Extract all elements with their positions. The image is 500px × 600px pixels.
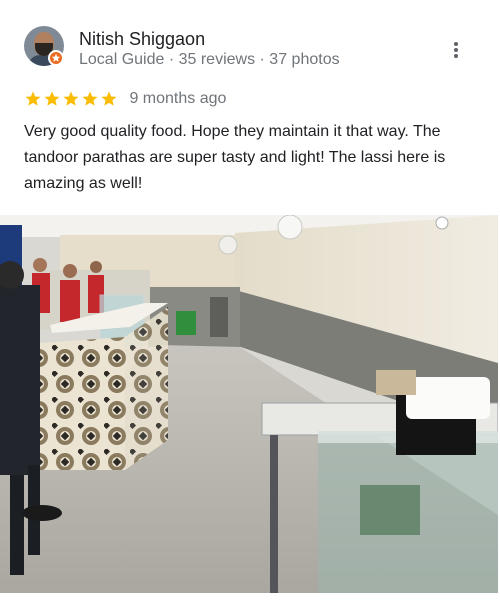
rating-row: 9 months ago	[24, 90, 226, 110]
star-icon	[101, 91, 117, 106]
star-icon	[25, 91, 41, 106]
more-vert-icon	[454, 42, 458, 46]
reviewer-meta[interactable]: Local Guide · 35 reviews · 37 photos	[79, 51, 340, 69]
more-options-button[interactable]	[446, 38, 466, 62]
review-date: 9 months ago	[129, 90, 227, 108]
restaurant-interior-photo[interactable]	[0, 215, 498, 593]
star-icon	[44, 91, 60, 106]
star-icon	[63, 91, 79, 106]
star-rating	[24, 90, 119, 108]
more-vert-icon-dot	[454, 54, 458, 58]
review-text: Very good quality food. Hope they mainta…	[24, 123, 446, 192]
star-icon	[82, 91, 98, 106]
review-header: Nitish Shiggaon Local Guide · 35 reviews…	[0, 0, 500, 90]
more-vert-icon-dot	[454, 48, 458, 52]
reviewer-name[interactable]: Nitish Shiggaon	[79, 29, 205, 50]
photo-illustration	[0, 215, 498, 593]
local-guide-star-icon	[48, 50, 64, 66]
